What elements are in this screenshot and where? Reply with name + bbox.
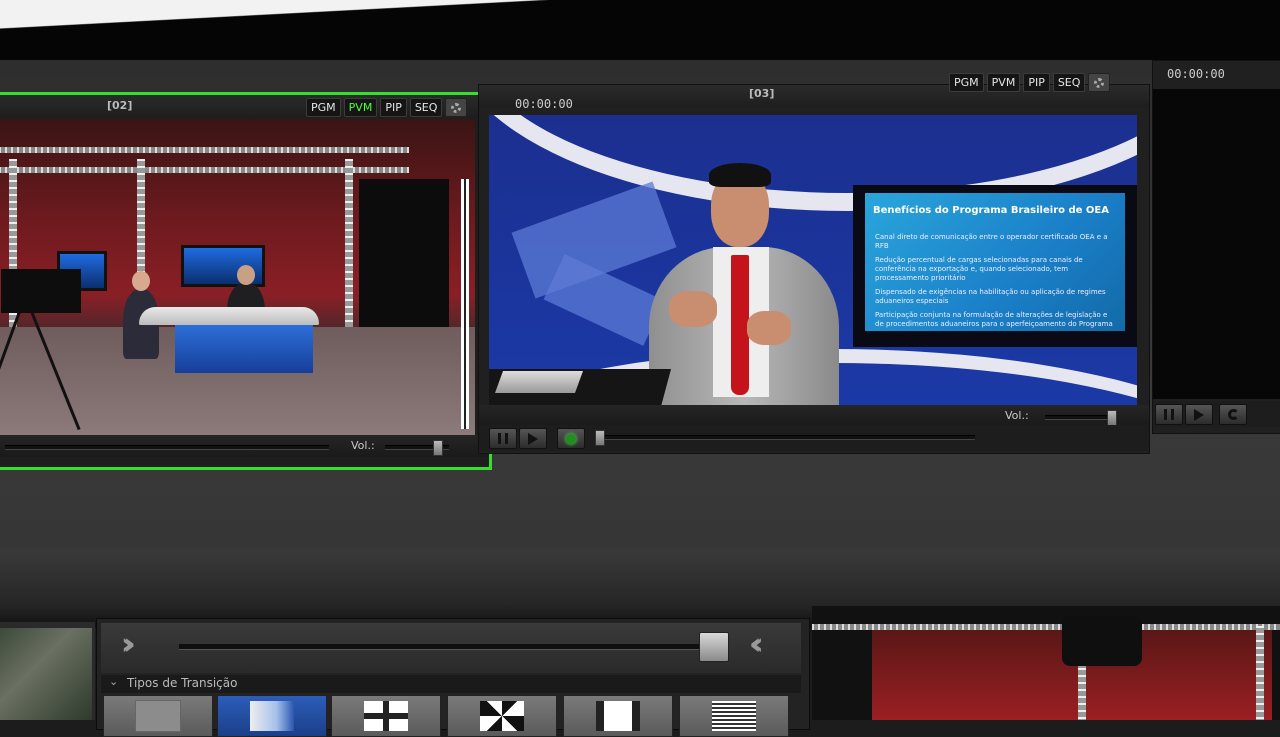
- timecode: 00:00:00: [1167, 67, 1225, 81]
- seek-bar[interactable]: [595, 430, 975, 446]
- pause-button[interactable]: [1155, 404, 1183, 425]
- presenter-hair: [709, 163, 771, 187]
- loop-icon: [1227, 409, 1239, 420]
- next-chevron-icon[interactable]: ››: [121, 627, 135, 662]
- play-icon: [1194, 408, 1204, 421]
- monitor-tabs: PGM PVM PIP SEQ: [949, 73, 1111, 92]
- bars-icon: [596, 701, 640, 731]
- tab-pip[interactable]: PIP: [380, 98, 407, 117]
- transition-bars[interactable]: [563, 695, 673, 737]
- volume-row: Vol.:: [479, 405, 1149, 427]
- level-meter: [461, 179, 469, 429]
- news-desk-front: [175, 325, 313, 373]
- monitor-id: [02]: [107, 99, 133, 112]
- tab-pip[interactable]: PIP: [1023, 73, 1050, 92]
- slide-bullet: Redução percentual de cargas selecionada…: [875, 256, 1083, 282]
- monitor-02[interactable]: [02] PGM PVM PIP SEQ Vol.:: [0, 92, 492, 470]
- pause-icon: [1164, 409, 1174, 420]
- pause-icon: [498, 433, 508, 444]
- volume-knob[interactable]: [1107, 410, 1117, 426]
- loop-button[interactable]: [1219, 404, 1247, 425]
- presentation-screen: Benefícios do Programa Brasileiro de OEA…: [853, 185, 1137, 347]
- tab-pvm[interactable]: PVM: [986, 73, 1021, 92]
- tab-pgm[interactable]: PGM: [306, 98, 341, 117]
- settings-gear-icon[interactable]: [1088, 73, 1111, 92]
- anchor-2-head: [237, 265, 255, 285]
- monitor-tabs: PGM PVM PIP SEQ: [306, 98, 468, 117]
- playback-controls: [479, 425, 1149, 451]
- volume-label: Vol.:: [1005, 409, 1029, 422]
- play-button[interactable]: [1185, 404, 1213, 425]
- fader-knob[interactable]: [699, 632, 729, 662]
- volume-label: Vol.:: [351, 439, 375, 452]
- play-button[interactable]: [519, 428, 547, 449]
- transition-cross[interactable]: [331, 695, 441, 737]
- settings-gear-icon[interactable]: [445, 98, 468, 117]
- video-preview[interactable]: Benefícios do Programa Brasileiro de OEA…: [489, 115, 1137, 425]
- slide-bullet: Participação conjunta na formulação de a…: [875, 311, 1113, 328]
- gradient-icon: [250, 701, 294, 731]
- presenter-hands-2: [747, 311, 791, 345]
- transition-wipe-gradient[interactable]: [217, 695, 327, 737]
- timecode: 00:00:00: [515, 97, 573, 111]
- video-preview[interactable]: [0, 119, 475, 437]
- seek-knob[interactable]: [595, 430, 605, 446]
- studio-camera: [1, 269, 81, 313]
- record-button[interactable]: [557, 428, 585, 449]
- transition-pinwheel[interactable]: [447, 695, 557, 737]
- playback-controls: [1153, 401, 1280, 427]
- monitor-header: [02] PGM PVM PIP SEQ: [0, 95, 489, 117]
- news-desk: [139, 307, 319, 325]
- preview-truss-pillar-2: [1256, 626, 1264, 720]
- slide-content: Benefícios do Programa Brasileiro de OEA…: [865, 193, 1125, 331]
- chevron-down-icon: ⌄: [109, 675, 119, 688]
- truss-pillar-3: [345, 159, 353, 349]
- record-icon: [566, 433, 576, 444]
- preview-truss: [812, 624, 1280, 630]
- monitor-id: [03]: [749, 87, 775, 100]
- lighting-truss: [0, 147, 409, 153]
- cross-icon: [364, 701, 408, 731]
- lines-icon: [712, 701, 756, 731]
- transition-fader: ›› ‹‹: [101, 623, 801, 673]
- transition-none[interactable]: [103, 695, 213, 737]
- tab-seq[interactable]: SEQ: [409, 98, 443, 117]
- volume-row: Vol.:: [0, 435, 489, 457]
- slide-bullet: Dispensado de exigências na habilitação …: [875, 288, 1106, 305]
- source-thumbnail[interactable]: [0, 628, 92, 720]
- tab-seq[interactable]: SEQ: [1052, 73, 1086, 92]
- volume-knob[interactable]: [433, 440, 443, 456]
- blank-icon: [135, 700, 181, 732]
- anchor-1-head: [132, 271, 150, 291]
- transition-types-label: Tipos de Transição: [127, 676, 238, 690]
- presenter-hands: [669, 291, 717, 327]
- monitor-03[interactable]: 00:00:00 [03] PGM PVM PIP SEQ Benefícios…: [478, 73, 1150, 454]
- slide-title: Benefícios do Programa Brasileiro de OEA: [873, 205, 1109, 216]
- transition-panel: ›› ‹‹ ⌄ Tipos de Transição: [96, 618, 810, 737]
- transition-types-header[interactable]: ⌄ Tipos de Transição: [101, 675, 801, 693]
- pause-button[interactable]: [489, 428, 517, 449]
- program-preview[interactable]: [812, 606, 1280, 720]
- slide-bullets: Canal direto de comunicação entre o oper…: [875, 233, 1117, 334]
- volume-slider[interactable]: [385, 440, 449, 456]
- play-icon: [528, 432, 538, 445]
- volume-slider[interactable]: [1045, 410, 1117, 426]
- fader-track[interactable]: [179, 632, 729, 662]
- prev-chevron-icon[interactable]: ‹‹: [749, 627, 763, 662]
- preview-light: [1062, 616, 1142, 666]
- monitor-right[interactable]: 00:00:00: [1152, 60, 1280, 434]
- seek-bar[interactable]: [5, 445, 329, 450]
- tab-pgm[interactable]: PGM: [949, 73, 984, 92]
- slide-bullet: Canal direto de comunicação entre o oper…: [875, 233, 1108, 250]
- tab-pvm[interactable]: PVM: [343, 98, 378, 117]
- transition-lines[interactable]: [679, 695, 789, 737]
- pinwheel-icon: [480, 701, 524, 731]
- video-preview[interactable]: [1153, 89, 1280, 399]
- monitor-header: 00:00:00 [03] PGM PVM PIP SEQ: [479, 73, 1149, 111]
- studio-curtain: [359, 179, 449, 349]
- laptop: [494, 371, 584, 393]
